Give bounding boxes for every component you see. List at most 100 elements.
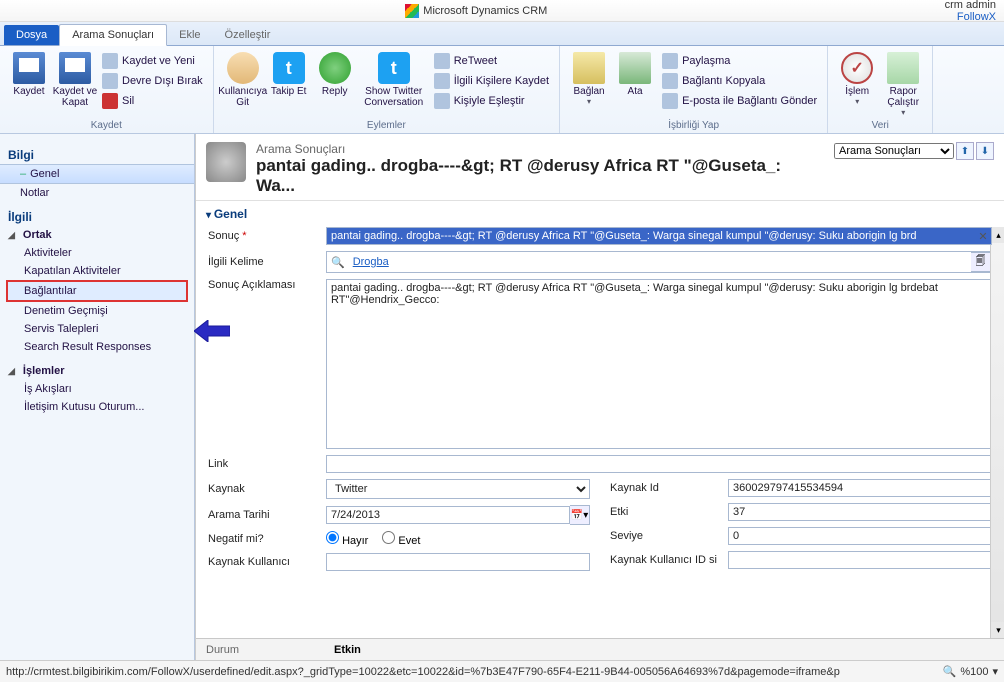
label-description: Sonuç Açıklaması: [208, 279, 318, 291]
contacts-icon: [434, 73, 450, 89]
title-bar: Microsoft Dynamics CRM crm admin FollowX: [0, 0, 1004, 22]
save-icon: [13, 52, 45, 84]
goto-user-button[interactable]: Kullanıcıya Git: [220, 48, 266, 114]
vertical-scrollbar[interactable]: ▴▾: [990, 227, 1004, 638]
nav-group-processes[interactable]: ◢İşlemler: [0, 362, 194, 380]
tab-file[interactable]: Dosya: [4, 25, 59, 45]
delete-icon: [102, 93, 118, 109]
nav-group-common[interactable]: ◢Ortak: [0, 226, 194, 244]
negative-yes[interactable]: Evet: [382, 531, 420, 547]
share-button[interactable]: Paylaşma: [660, 52, 819, 70]
match-contact-button[interactable]: Kişiyle Eşleştir: [432, 92, 551, 110]
crm-logo-icon: [405, 4, 419, 18]
nav-general[interactable]: –Genel: [0, 164, 194, 184]
negative-no[interactable]: Hayır: [326, 531, 368, 547]
save-close-icon: [59, 52, 91, 84]
run-report-button[interactable]: Rapor Çalıştır: [880, 48, 926, 117]
form-body: ▴▾ Sonuç ✕ İlgili Kelime 🔍 Drogba 🗐 Sonu…: [196, 227, 1004, 638]
label-keyword: İlgili Kelime: [208, 256, 318, 268]
ribbon-tabs: Dosya Arama Sonuçları Ekle Özelleştir: [0, 22, 1004, 46]
label-link: Link: [208, 458, 318, 470]
status-label: Durum: [206, 644, 316, 656]
copy-link-button[interactable]: Bağlantı Kopyala: [660, 72, 819, 90]
assign-icon: [619, 52, 651, 84]
link-icon: [662, 73, 678, 89]
user-name: crm admin: [945, 0, 996, 11]
status-value: Etkin: [334, 644, 361, 656]
link-input[interactable]: [326, 455, 992, 473]
entity-icon: [206, 142, 246, 182]
nav-notes[interactable]: Notlar: [0, 184, 194, 202]
zoom-value[interactable]: %100: [960, 666, 988, 678]
next-record-button[interactable]: ⬇: [976, 142, 994, 160]
keyword-link[interactable]: Drogba: [349, 256, 389, 268]
nav-responses[interactable]: Search Result Responses: [0, 338, 194, 356]
save-close-button[interactable]: Kaydet ve Kapat: [52, 48, 98, 114]
level-input[interactable]: [728, 527, 992, 545]
section-general[interactable]: Genel: [196, 201, 1004, 227]
tab-customize[interactable]: Özelleştir: [213, 25, 283, 45]
org-name[interactable]: FollowX: [945, 11, 996, 23]
deactivate-icon: [102, 73, 118, 89]
email-link-button[interactable]: E-posta ile Bağlantı Gönder: [660, 92, 819, 110]
email-icon: [662, 93, 678, 109]
view-selector[interactable]: Arama Sonuçları: [834, 143, 954, 159]
search-date-input[interactable]: [326, 506, 570, 524]
status-bar: Durum Etkin: [196, 638, 1004, 660]
keyword-lookup-button[interactable]: 🗐: [971, 252, 991, 272]
nav-service[interactable]: Servis Talepleri: [0, 320, 194, 338]
breadcrumb: Arama Sonuçları: [256, 142, 824, 156]
nav-workflows[interactable]: İş Akışları: [0, 380, 194, 398]
result-input[interactable]: [326, 227, 992, 245]
source-id-input[interactable]: [728, 479, 992, 497]
retweet-icon: [434, 53, 450, 69]
save-new-button[interactable]: Kaydet ve Yeni: [100, 52, 205, 70]
reply-button[interactable]: Reply: [312, 48, 358, 114]
nav-activities[interactable]: Aktiviteler: [0, 244, 194, 262]
browser-url: http://crmtest.bilgibirikim.com/FollowX/…: [6, 666, 840, 678]
save-new-icon: [102, 53, 118, 69]
source-user-input[interactable]: [326, 553, 590, 571]
share-icon: [662, 53, 678, 69]
record-title: pantai gading.. drogba----&gt; RT @derus…: [256, 156, 824, 196]
nav-connections[interactable]: Bağlantılar: [6, 280, 188, 302]
label-result: Sonuç: [208, 230, 318, 242]
left-nav: Bilgi –Genel Notlar İlgili ◢Ortak Aktivi…: [0, 134, 195, 660]
nav-heading-related: İlgili: [0, 208, 194, 226]
show-conversation-button[interactable]: Show Twitter Conversation: [358, 48, 430, 114]
clear-result-button[interactable]: ✕: [974, 227, 992, 245]
retweet-button[interactable]: ReTweet: [432, 52, 551, 70]
assign-button[interactable]: Ata: [612, 48, 658, 114]
record-header: Arama Sonuçları pantai gading.. drogba--…: [196, 134, 1004, 201]
save-contacts-button[interactable]: İlgili Kişilere Kaydet: [432, 72, 551, 90]
tab-add[interactable]: Ekle: [167, 25, 212, 45]
reply-icon: [319, 52, 351, 84]
nav-audit[interactable]: Denetim Geçmişi: [0, 302, 194, 320]
label-negative: Negatif mi?: [208, 533, 318, 545]
twitter-icon: [378, 52, 410, 84]
label-srcuserid: Kaynak Kullanıcı ID si: [610, 554, 720, 566]
app-title: Microsoft Dynamics CRM: [405, 4, 547, 18]
impact-input[interactable]: [728, 503, 992, 521]
zoom-icon: 🔍: [943, 665, 957, 678]
description-textarea[interactable]: pantai gading.. drogba----&gt; RT @derus…: [326, 279, 992, 449]
process-button[interactable]: İşlem: [834, 48, 880, 117]
nav-closed-activities[interactable]: Kapatılan Aktiviteler: [0, 262, 194, 280]
prev-record-button[interactable]: ⬆: [956, 142, 974, 160]
delete-button[interactable]: Sil: [100, 92, 205, 110]
browser-status-bar: http://crmtest.bilgibirikim.com/FollowX/…: [0, 660, 1004, 682]
deactivate-button[interactable]: Devre Dışı Bırak: [100, 72, 205, 90]
label-impact: Etki: [610, 506, 720, 518]
follow-icon: [273, 52, 305, 84]
source-user-id-input[interactable]: [728, 551, 992, 569]
nav-dialogs[interactable]: İletişim Kutusu Oturum...: [0, 398, 194, 416]
connect-button[interactable]: Bağlan: [566, 48, 612, 114]
source-select[interactable]: Twitter: [326, 479, 590, 499]
follow-button[interactable]: Takip Et: [266, 48, 312, 114]
date-picker-button[interactable]: 📅▾: [570, 505, 590, 525]
report-icon: [887, 52, 919, 84]
tab-search-results[interactable]: Arama Sonuçları: [59, 24, 167, 46]
save-button[interactable]: Kaydet: [6, 48, 52, 114]
label-level: Seviye: [610, 530, 720, 542]
user-icon: [227, 52, 259, 84]
